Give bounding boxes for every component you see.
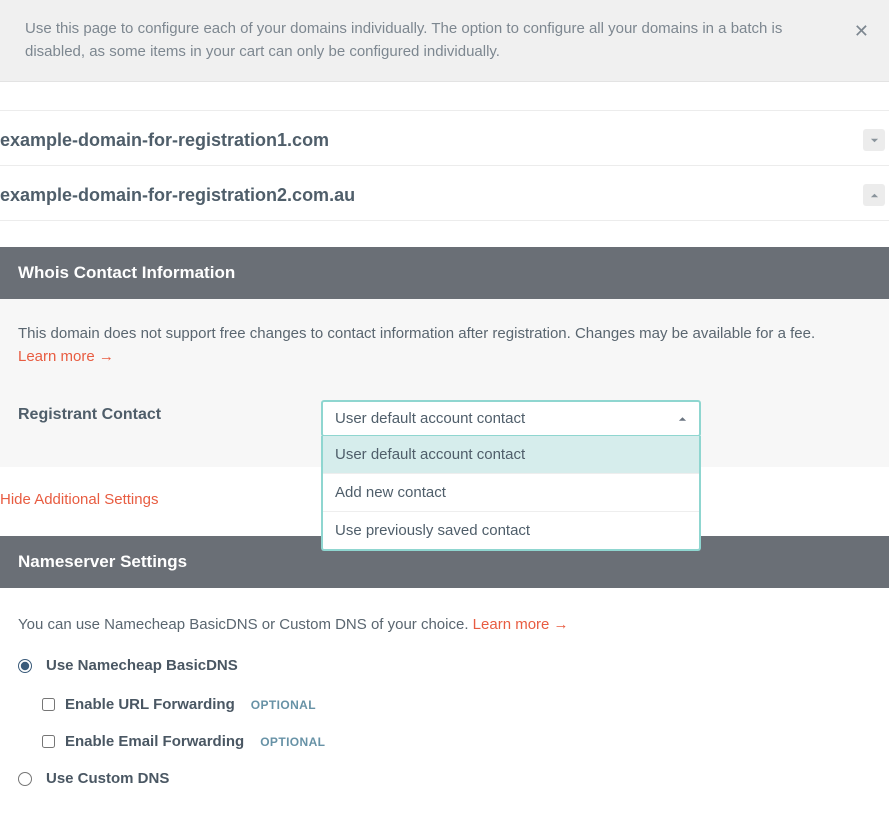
email-forwarding-checkbox[interactable] (42, 735, 55, 748)
collapse-button[interactable] (863, 184, 885, 206)
registrant-contact-label: Registrant Contact (18, 400, 321, 424)
chevron-down-icon (870, 136, 879, 145)
learn-more-link[interactable]: Learn more → (473, 616, 569, 633)
email-forwarding-label: Enable Email Forwarding (65, 733, 244, 750)
basicdns-option-row: Use Namecheap BasicDNS (18, 657, 871, 674)
chevron-up-icon (678, 410, 687, 427)
section-title: Nameserver Settings (18, 552, 187, 571)
notice-text: Use this page to configure each of your … (25, 20, 782, 60)
optional-badge: OPTIONAL (251, 698, 316, 712)
optional-badge: OPTIONAL (260, 735, 325, 749)
registrant-contact-select-wrap: User default account contact User defaul… (321, 400, 701, 437)
select-value: User default account contact (335, 410, 525, 427)
intro-text: You can use Namecheap BasicDNS or Custom… (18, 616, 473, 633)
learn-more-link[interactable]: Learn more → (18, 348, 114, 365)
section-title: Whois Contact Information (18, 263, 235, 282)
url-forwarding-row: Enable URL Forwarding OPTIONAL (42, 696, 871, 713)
domain-row[interactable]: example-domain-for-registration1.com (0, 110, 889, 166)
email-forwarding-row: Enable Email Forwarding OPTIONAL (42, 733, 871, 750)
expand-button[interactable] (863, 129, 885, 151)
customdns-label: Use Custom DNS (46, 770, 169, 787)
whois-section-body: This domain does not support free change… (0, 299, 889, 467)
registrant-contact-dropdown: User default account contact Add new con… (321, 436, 701, 551)
whois-warning: This domain does not support free change… (18, 323, 871, 368)
basicdns-label: Use Namecheap BasicDNS (46, 657, 238, 674)
nameserver-intro: You can use Namecheap BasicDNS or Custom… (18, 616, 871, 633)
domain-row[interactable]: example-domain-for-registration2.com.au (0, 166, 889, 221)
url-forwarding-checkbox[interactable] (42, 698, 55, 711)
domain-name: example-domain-for-registration1.com (0, 130, 863, 151)
customdns-radio[interactable] (18, 772, 32, 786)
domain-name: example-domain-for-registration2.com.au (0, 185, 863, 206)
url-forwarding-label: Enable URL Forwarding (65, 696, 235, 713)
whois-section-header: Whois Contact Information (0, 247, 889, 299)
customdns-option-row: Use Custom DNS (18, 770, 871, 787)
dropdown-option[interactable]: Use previously saved contact (323, 511, 699, 549)
chevron-up-icon (870, 191, 879, 200)
basicdns-radio[interactable] (18, 659, 32, 673)
dropdown-option[interactable]: User default account contact (323, 436, 699, 473)
registrant-contact-select[interactable]: User default account contact (321, 400, 701, 437)
dropdown-option[interactable]: Add new contact (323, 473, 699, 511)
close-icon[interactable]: ✕ (854, 18, 869, 45)
registrant-contact-row: Registrant Contact User default account … (18, 400, 871, 437)
notice-bar: Use this page to configure each of your … (0, 0, 889, 82)
nameserver-section-body: You can use Namecheap BasicDNS or Custom… (0, 588, 889, 819)
warning-text: This domain does not support free change… (18, 325, 815, 342)
